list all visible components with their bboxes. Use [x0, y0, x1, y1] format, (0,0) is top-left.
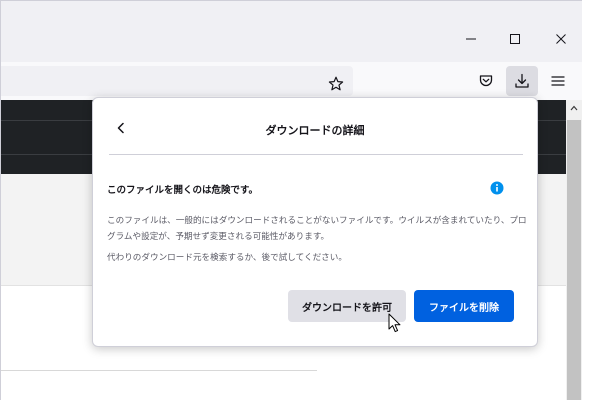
mouse-cursor-icon	[388, 313, 401, 333]
scroll-up-button[interactable]	[566, 100, 582, 116]
scroll-up-arrow-icon	[570, 105, 578, 111]
maximize-button[interactable]	[492, 23, 538, 55]
downloads-button[interactable]	[506, 66, 538, 96]
panel-header: ダウンロードの詳細	[93, 98, 537, 154]
info-icon	[490, 181, 504, 195]
bookmark-star-icon	[328, 76, 344, 91]
warning-title: このファイルを開くのは危険です。	[107, 185, 259, 196]
scroll-thumb[interactable]	[567, 120, 581, 400]
panel-title: ダウンロードの詳細	[265, 124, 365, 137]
bookmark-button[interactable]	[322, 70, 350, 98]
download-icon	[515, 73, 529, 88]
download-details-panel: ダウンロードの詳細 このファイルを開くのは危険です。 このファイルは、一般的には…	[92, 97, 538, 347]
warning-description: このファイルは、一般的にはダウンロードされることがないファイルです。ウイルスが含…	[107, 216, 527, 242]
app-menu-button[interactable]	[542, 66, 574, 96]
title-bar	[0, 0, 600, 62]
close-icon	[556, 34, 566, 44]
page-scrollbar[interactable]	[566, 100, 582, 400]
minimize-button[interactable]	[448, 23, 494, 55]
alternative-advice: 代わりのダウンロード元を検索するか、後で試してください。	[107, 253, 347, 263]
panel-divider	[109, 154, 523, 155]
url-bar[interactable]	[1, 66, 353, 96]
hamburger-menu-icon	[551, 76, 565, 86]
window-edge	[582, 0, 600, 400]
nav-toolbar	[0, 62, 600, 100]
minimize-icon	[466, 38, 476, 40]
content-divider	[1, 370, 317, 371]
maximize-icon	[510, 34, 520, 44]
delete-file-button[interactable]: ファイルを削除	[414, 290, 514, 322]
pocket-icon	[479, 75, 493, 87]
close-window-button[interactable]	[538, 23, 584, 55]
pocket-button[interactable]	[470, 66, 502, 96]
